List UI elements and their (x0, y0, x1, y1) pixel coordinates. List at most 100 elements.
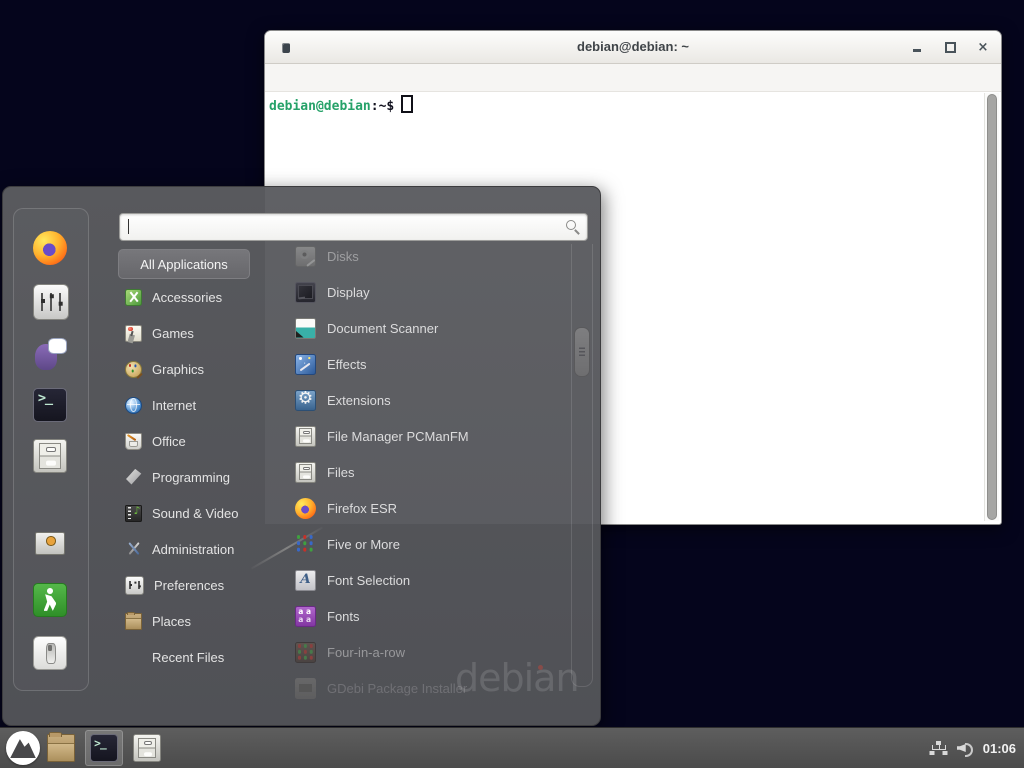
app-fonts[interactable]: Fonts (281, 598, 573, 634)
taskbar-tasks (42, 730, 166, 766)
taskbar: 01:06 (0, 727, 1024, 768)
taskbar-task-files[interactable] (128, 730, 166, 766)
cabinet-icon (295, 426, 316, 447)
prompt-path: :~$ (371, 99, 394, 114)
clock[interactable]: 01:06 (983, 741, 1016, 756)
favorite-lock-screen[interactable] (33, 531, 67, 565)
volume-icon[interactable] (957, 740, 974, 756)
favorites-column (13, 208, 89, 691)
search-input[interactable] (120, 214, 587, 240)
shutdown-icon (33, 636, 67, 670)
cabinet-icon (133, 734, 161, 762)
taskbar-task-file-manager[interactable] (42, 730, 80, 766)
terminal-scrollbar[interactable] (984, 93, 999, 521)
accessories-icon (125, 289, 142, 306)
category-accessories[interactable]: Accessories (121, 279, 273, 315)
favorite-terminal[interactable] (33, 388, 67, 422)
app-display[interactable]: Display (281, 274, 573, 310)
favorite-shut-down[interactable] (33, 636, 67, 670)
menu-scrollbar[interactable] (571, 244, 593, 687)
extensions-icon (295, 390, 316, 411)
distro-logo-icon (6, 731, 40, 765)
display-icon (295, 282, 316, 303)
folder-icon (125, 613, 142, 630)
favorite-firefox[interactable] (33, 231, 67, 265)
menu-button[interactable] (6, 731, 40, 765)
window-controls: × (911, 31, 989, 63)
category-office[interactable]: Office (121, 423, 273, 459)
app-files[interactable]: Files (281, 454, 573, 490)
taskbar-task-terminal[interactable] (85, 730, 123, 766)
system-tray: 01:06 (930, 728, 1016, 768)
app-font-selection[interactable]: Font Selection (281, 562, 573, 598)
games-icon (125, 325, 142, 342)
fivemore-icon (295, 534, 316, 555)
admin-icon (125, 541, 142, 558)
fontsel-icon (295, 570, 316, 591)
cabinet-icon (295, 462, 316, 483)
network-icon[interactable] (930, 741, 948, 756)
firefox-icon (295, 498, 316, 519)
app-four-in-a-row[interactable]: Four-in-a-row (281, 634, 573, 670)
folder-icon (47, 734, 75, 762)
graphics-icon (125, 361, 142, 378)
category-places[interactable]: Places (121, 603, 273, 639)
app-extensions[interactable]: Extensions (281, 382, 573, 418)
minimize-button[interactable] (911, 40, 923, 54)
app-five-or-more[interactable]: Five or More (281, 526, 573, 562)
terminal-titlebar[interactable]: debian@debian: ~ × (265, 31, 1001, 64)
category-all-applications[interactable]: All Applications (118, 249, 250, 279)
favorite-pidgin[interactable] (33, 337, 67, 371)
search-box[interactable] (119, 213, 588, 241)
favorite-log-out[interactable] (33, 583, 67, 617)
effects-icon (295, 354, 316, 375)
sound-icon (125, 505, 142, 522)
category-sound-video[interactable]: Sound & Video (121, 495, 273, 531)
disks-icon (295, 246, 316, 267)
maximize-button[interactable] (944, 40, 956, 54)
applications-list: DisksDisplayDocument ScannerEffectsExten… (281, 238, 573, 706)
terminal-icon (90, 734, 118, 762)
terminal-window-title: debian@debian: ~ (265, 39, 1001, 55)
close-button[interactable]: × (977, 40, 989, 54)
desktop: debian@debian: ~ × debian@debian:~$ debi… (0, 0, 1024, 768)
categories-list: AccessoriesGamesGraphicsInternetOfficePr… (121, 279, 273, 675)
app-effects[interactable]: Effects (281, 346, 573, 382)
programming-icon (125, 469, 142, 486)
app-document-scanner[interactable]: Document Scanner (281, 310, 573, 346)
control-center-icon (33, 284, 69, 320)
terminal-menubar (265, 64, 1001, 92)
category-games[interactable]: Games (121, 315, 273, 351)
category-administration[interactable]: Administration (121, 531, 273, 567)
firefox-icon (33, 231, 67, 265)
app-disks[interactable]: Disks (281, 238, 573, 274)
favorite-file-manager[interactable] (33, 439, 67, 473)
search-icon (565, 219, 580, 234)
application-menu: debian All Applications AccessoriesGames… (2, 186, 601, 726)
app-file-manager-pcmanfm[interactable]: File Manager PCManFM (281, 418, 573, 454)
app-gdebi-package-installer[interactable]: GDebi Package Installer (281, 670, 573, 706)
favorite-control-center[interactable] (33, 284, 67, 318)
category-preferences[interactable]: Preferences (121, 567, 273, 603)
cabinet-icon (33, 439, 67, 473)
category-internet[interactable]: Internet (121, 387, 273, 423)
category-programming[interactable]: Programming (121, 459, 273, 495)
terminal-icon (33, 388, 67, 422)
gdebi-icon (295, 678, 316, 699)
app-firefox-esr[interactable]: Firefox ESR (281, 490, 573, 526)
category-graphics[interactable]: Graphics (121, 351, 273, 387)
category-recent-files[interactable]: Recent Files (121, 639, 273, 675)
pidgin-icon (33, 337, 67, 371)
control-center-icon (125, 576, 144, 595)
office-icon (125, 433, 142, 450)
menu-scrollbar-thumb[interactable] (574, 327, 590, 377)
lockscreen-icon (33, 531, 67, 565)
terminal-cursor (401, 95, 413, 113)
fourrow-icon (295, 642, 316, 663)
fonts-icon (295, 606, 316, 627)
terminal-scrollbar-thumb[interactable] (987, 94, 997, 520)
prompt-user-host: debian@debian (269, 99, 371, 114)
logout-icon (33, 583, 67, 617)
internet-icon (125, 397, 142, 414)
docscanner-icon (295, 318, 316, 339)
